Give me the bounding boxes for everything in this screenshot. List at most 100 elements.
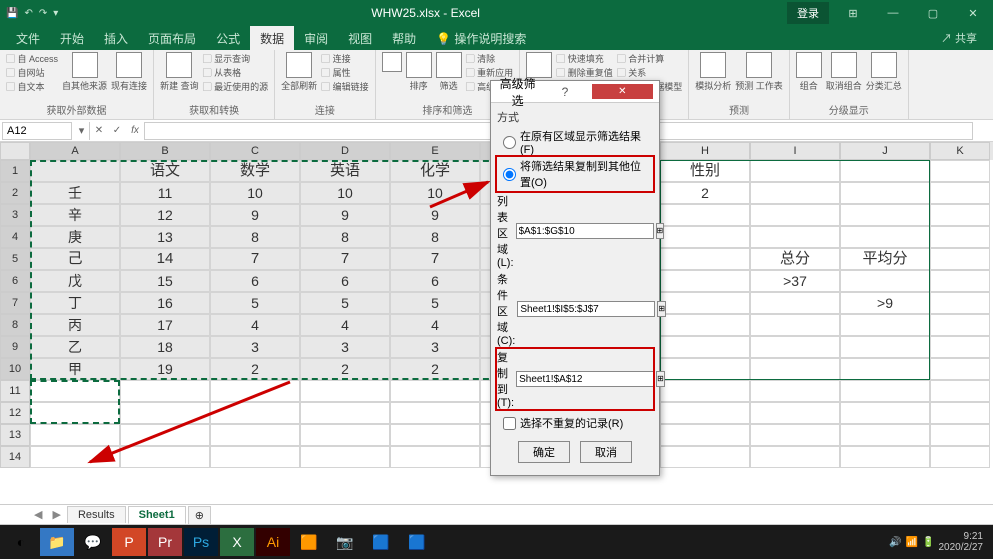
- copy-to-input[interactable]: [516, 371, 654, 387]
- show-queries[interactable]: 显示查询: [203, 52, 269, 65]
- cell[interactable]: 7: [300, 248, 390, 270]
- taskbar-app-icon[interactable]: Pr: [148, 528, 182, 556]
- sort[interactable]: 排序: [406, 52, 432, 92]
- cell[interactable]: 19: [120, 358, 210, 380]
- tell-me[interactable]: 💡 操作说明搜索: [426, 26, 536, 51]
- range-picker-icon[interactable]: ⊞: [656, 223, 665, 239]
- cell[interactable]: [660, 314, 750, 336]
- cell[interactable]: [300, 424, 390, 446]
- cancel-fx-icon[interactable]: ✕: [90, 125, 108, 136]
- cell[interactable]: [750, 402, 840, 424]
- dialog-close-button[interactable]: ✕: [592, 84, 653, 99]
- cell[interactable]: 7: [210, 248, 300, 270]
- relationships[interactable]: 关系: [617, 66, 683, 79]
- cell[interactable]: [750, 292, 840, 314]
- cell[interactable]: [390, 424, 480, 446]
- cell[interactable]: 17: [120, 314, 210, 336]
- col-header[interactable]: J: [840, 142, 930, 160]
- row-header[interactable]: 6: [0, 270, 30, 292]
- start-button[interactable]: ◐: [4, 528, 38, 556]
- row-header[interactable]: 12: [0, 402, 30, 424]
- cell[interactable]: 18: [120, 336, 210, 358]
- cell[interactable]: [120, 402, 210, 424]
- cell[interactable]: [120, 446, 210, 468]
- qat-more-icon[interactable]: ▾: [53, 8, 58, 19]
- taskbar-app-icon[interactable]: 💬: [76, 528, 110, 556]
- cell[interactable]: [840, 424, 930, 446]
- copy-to-radio[interactable]: [503, 168, 516, 181]
- ungroup[interactable]: 取消组合: [826, 52, 862, 92]
- connections[interactable]: 连接: [321, 52, 369, 65]
- unique-records-checkbox[interactable]: [503, 417, 516, 430]
- row-header[interactable]: 8: [0, 314, 30, 336]
- tab-formula[interactable]: 公式: [206, 26, 250, 51]
- cell[interactable]: [300, 446, 390, 468]
- close-button[interactable]: ✕: [953, 0, 993, 26]
- cell[interactable]: 12: [120, 204, 210, 226]
- row-header[interactable]: 10: [0, 358, 30, 380]
- name-box[interactable]: [2, 122, 72, 140]
- cell[interactable]: [930, 160, 990, 182]
- row-header[interactable]: 14: [0, 446, 30, 468]
- cell[interactable]: [930, 292, 990, 314]
- cell[interactable]: [30, 402, 120, 424]
- cell[interactable]: 14: [120, 248, 210, 270]
- cell[interactable]: 9: [390, 204, 480, 226]
- cell[interactable]: [210, 380, 300, 402]
- cell[interactable]: 3: [210, 336, 300, 358]
- col-header[interactable]: D: [300, 142, 390, 160]
- cell[interactable]: 11: [120, 182, 210, 204]
- cell[interactable]: [840, 160, 930, 182]
- cell[interactable]: 6: [300, 270, 390, 292]
- row-header[interactable]: 5: [0, 248, 30, 270]
- properties[interactable]: 属性: [321, 66, 369, 79]
- cell[interactable]: [660, 292, 750, 314]
- col-header[interactable]: E: [390, 142, 480, 160]
- cell[interactable]: [930, 226, 990, 248]
- cell[interactable]: 4: [390, 314, 480, 336]
- cell[interactable]: [120, 380, 210, 402]
- cell[interactable]: 13: [120, 226, 210, 248]
- list-range-input[interactable]: [516, 223, 654, 239]
- cell[interactable]: 庚: [30, 226, 120, 248]
- cell[interactable]: 英语: [300, 160, 390, 182]
- refresh-all[interactable]: 全部刷新: [281, 52, 317, 92]
- cell[interactable]: [840, 402, 930, 424]
- row-header[interactable]: 7: [0, 292, 30, 314]
- cell[interactable]: 乙: [30, 336, 120, 358]
- taskbar-powerpoint-icon[interactable]: P: [112, 528, 146, 556]
- cell[interactable]: [840, 226, 930, 248]
- cell[interactable]: [390, 402, 480, 424]
- remove-dup[interactable]: 删除重复值: [556, 66, 613, 79]
- range-picker-icon[interactable]: ⊞: [656, 371, 665, 387]
- row-header[interactable]: 9: [0, 336, 30, 358]
- subtotal[interactable]: 分类汇总: [866, 52, 902, 92]
- undo-icon[interactable]: ↶: [24, 8, 32, 19]
- save-icon[interactable]: 💾: [6, 8, 18, 19]
- cell[interactable]: 己: [30, 248, 120, 270]
- cell[interactable]: 辛: [30, 204, 120, 226]
- cell[interactable]: 2: [210, 358, 300, 380]
- taskbar-app-icon[interactable]: 🟦: [364, 528, 398, 556]
- forecast-sheet[interactable]: 预测 工作表: [735, 52, 783, 92]
- cell[interactable]: [840, 204, 930, 226]
- taskbar-clock[interactable]: 9:212020/2/27: [939, 531, 990, 553]
- tray-icon[interactable]: 🔋: [922, 537, 934, 548]
- cell[interactable]: [930, 182, 990, 204]
- cell[interactable]: [840, 182, 930, 204]
- cell[interactable]: 7: [390, 248, 480, 270]
- taskbar-app-icon[interactable]: 📷: [328, 528, 362, 556]
- row-header[interactable]: 13: [0, 424, 30, 446]
- cell[interactable]: [930, 204, 990, 226]
- whatif[interactable]: 模拟分析: [695, 52, 731, 92]
- cell[interactable]: [930, 380, 990, 402]
- recent-sources[interactable]: 最近使用的源: [203, 80, 269, 93]
- cell[interactable]: 语文: [120, 160, 210, 182]
- cell[interactable]: 2: [390, 358, 480, 380]
- cell[interactable]: 甲: [30, 358, 120, 380]
- cell[interactable]: [750, 182, 840, 204]
- cell[interactable]: 3: [300, 336, 390, 358]
- cell[interactable]: [840, 314, 930, 336]
- col-header[interactable]: K: [930, 142, 990, 160]
- cell[interactable]: [30, 424, 120, 446]
